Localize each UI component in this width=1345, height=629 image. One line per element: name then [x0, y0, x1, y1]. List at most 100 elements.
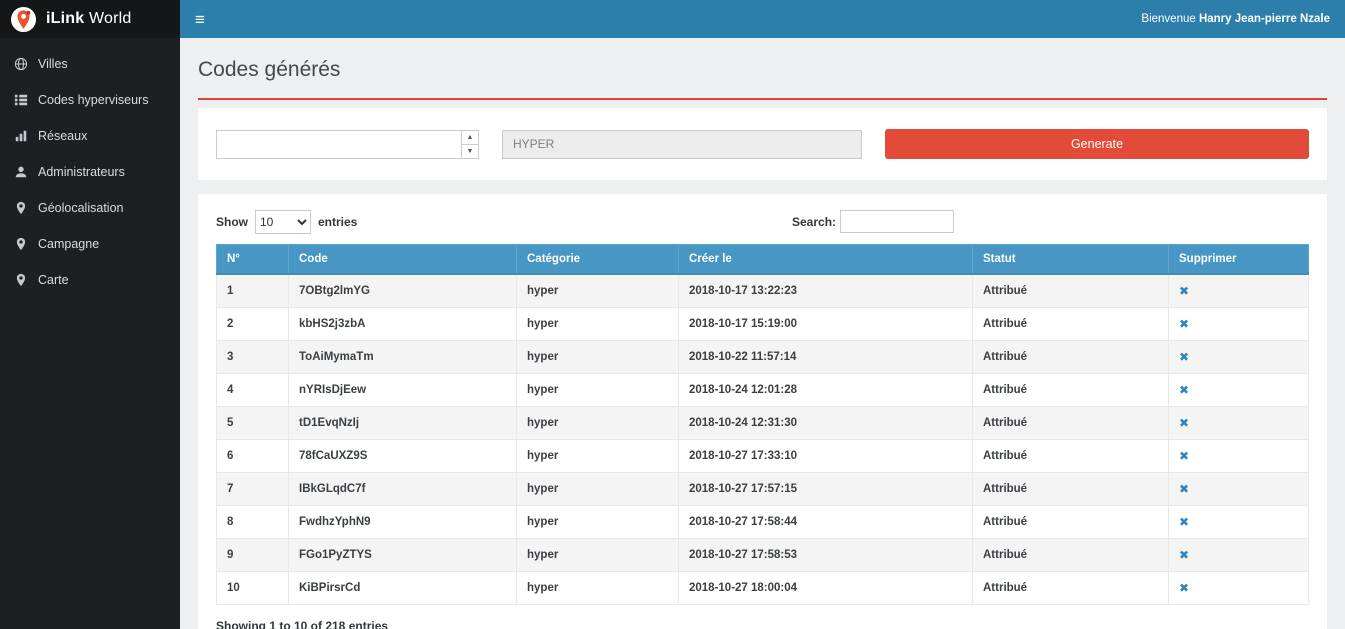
cell-created: 2018-10-27 17:58:44	[679, 506, 973, 539]
delete-icon[interactable]: ✖	[1179, 416, 1189, 430]
sidebar-item-carte[interactable]: Carte	[0, 262, 180, 298]
globe-icon	[14, 57, 28, 71]
main-area: ≡ Bienvenue Hanry Jean-pierre Nzale Code…	[180, 0, 1345, 629]
sidebar-item-label: Géolocalisation	[38, 201, 123, 215]
table-row: 2 kbHS2j3zbA hyper 2018-10-17 15:19:00 A…	[217, 308, 1309, 341]
cell-category: hyper	[517, 506, 679, 539]
generate-form-panel: ▲ ▼ Generate	[198, 108, 1327, 180]
delete-icon[interactable]: ✖	[1179, 383, 1189, 397]
cell-code: 7OBtg2lmYG	[289, 274, 517, 308]
sidebar-item-label: Codes hyperviseurs	[38, 93, 148, 107]
column-header-created[interactable]: Créer le	[679, 245, 973, 275]
sidebar-item-campagne[interactable]: Campagne	[0, 226, 180, 262]
cell-status: Attribué	[973, 407, 1169, 440]
cell-created: 2018-10-27 17:57:15	[679, 473, 973, 506]
cell-number: 8	[217, 506, 289, 539]
page-content: Codes générés ▲ ▼ Generate Show	[180, 38, 1345, 629]
cell-category: hyper	[517, 572, 679, 605]
cell-number: 2	[217, 308, 289, 341]
delete-icon[interactable]: ✖	[1179, 548, 1189, 562]
sidebar: iLink World Villes Codes hyperviseurs	[0, 0, 180, 629]
sidebar-item-administrateurs[interactable]: Administrateurs	[0, 154, 180, 190]
cell-status: Attribué	[973, 274, 1169, 308]
entries-label: entries	[318, 215, 357, 229]
brand-title-bold: iLink	[46, 10, 84, 27]
cell-created: 2018-10-27 17:58:53	[679, 539, 973, 572]
sidebar-item-geolocalisation[interactable]: Géolocalisation	[0, 190, 180, 226]
table-row: 4 nYRIsDjEew hyper 2018-10-24 12:01:28 A…	[217, 374, 1309, 407]
column-header-number[interactable]: N°	[217, 245, 289, 275]
cell-delete: ✖	[1169, 341, 1309, 374]
page-length-control: Show 10 entries	[216, 210, 1309, 234]
cell-number: 1	[217, 274, 289, 308]
cell-status: Attribué	[973, 341, 1169, 374]
page-title: Codes générés	[198, 58, 1327, 82]
column-header-code[interactable]: Code	[289, 245, 517, 275]
table-summary: Showing 1 to 10 of 218 entries	[216, 619, 1309, 629]
sidebar-item-label: Carte	[38, 273, 69, 287]
app-window: iLink World Villes Codes hyperviseurs	[0, 0, 1345, 629]
table-row: 3 ToAiMymaTm hyper 2018-10-22 11:57:14 A…	[217, 341, 1309, 374]
search-input[interactable]	[840, 210, 954, 233]
bar-chart-icon	[14, 129, 28, 143]
spinner-up-icon[interactable]: ▲	[462, 131, 478, 145]
cell-number: 4	[217, 374, 289, 407]
sidebar-item-label: Villes	[38, 57, 68, 71]
cell-delete: ✖	[1169, 374, 1309, 407]
table-row: 10 KiBPirsrCd hyper 2018-10-27 18:00:04 …	[217, 572, 1309, 605]
cell-delete: ✖	[1169, 308, 1309, 341]
cell-created: 2018-10-27 17:33:10	[679, 440, 973, 473]
spinner-down-icon[interactable]: ▼	[462, 145, 478, 158]
user-icon	[14, 165, 28, 179]
cell-number: 9	[217, 539, 289, 572]
brand-title: iLink World	[46, 10, 132, 28]
cell-category: hyper	[517, 374, 679, 407]
page-length-select[interactable]: 10	[255, 210, 311, 234]
delete-icon[interactable]: ✖	[1179, 317, 1189, 331]
number-spinner: ▲ ▼	[461, 131, 478, 158]
delete-icon[interactable]: ✖	[1179, 581, 1189, 595]
welcome-message: Bienvenue Hanry Jean-pierre Nzale	[1141, 13, 1330, 25]
code-count-input[interactable]: ▲ ▼	[216, 130, 479, 159]
cell-code: kbHS2j3zbA	[289, 308, 517, 341]
sidebar-item-codes-hyperviseurs[interactable]: Codes hyperviseurs	[0, 82, 180, 118]
table-row: 6 78fCaUXZ9S hyper 2018-10-27 17:33:10 A…	[217, 440, 1309, 473]
sidebar-nav: Villes Codes hyperviseurs Réseaux	[0, 38, 180, 298]
cell-code: 78fCaUXZ9S	[289, 440, 517, 473]
cell-created: 2018-10-17 15:19:00	[679, 308, 973, 341]
cell-delete: ✖	[1169, 506, 1309, 539]
cell-code: tD1EvqNzIj	[289, 407, 517, 440]
sidebar-item-label: Administrateurs	[38, 165, 125, 179]
code-count-field[interactable]	[217, 131, 461, 158]
codes-table-panel: Show 10 entries Search:	[198, 194, 1327, 629]
column-header-delete[interactable]: Supprimer	[1169, 245, 1309, 275]
cell-code: nYRIsDjEew	[289, 374, 517, 407]
table-row: 7 IBkGLqdC7f hyper 2018-10-27 17:57:15 A…	[217, 473, 1309, 506]
sidebar-item-villes[interactable]: Villes	[0, 46, 180, 82]
column-header-status[interactable]: Statut	[973, 245, 1169, 275]
topbar: ≡ Bienvenue Hanry Jean-pierre Nzale	[180, 0, 1345, 38]
cell-delete: ✖	[1169, 473, 1309, 506]
sidebar-item-reseaux[interactable]: Réseaux	[0, 118, 180, 154]
brand: iLink World	[0, 0, 180, 38]
cell-created: 2018-10-22 11:57:14	[679, 341, 973, 374]
cell-status: Attribué	[973, 572, 1169, 605]
cell-category: hyper	[517, 473, 679, 506]
table-header-row: N° Code Catégorie Créer le Statut Suppri…	[217, 245, 1309, 275]
map-marker-icon	[14, 201, 28, 215]
cell-category: hyper	[517, 407, 679, 440]
delete-icon[interactable]: ✖	[1179, 449, 1189, 463]
delete-icon[interactable]: ✖	[1179, 284, 1189, 298]
generate-button[interactable]: Generate	[885, 129, 1309, 159]
cell-code: IBkGLqdC7f	[289, 473, 517, 506]
category-field	[502, 130, 862, 159]
delete-icon[interactable]: ✖	[1179, 515, 1189, 529]
cell-category: hyper	[517, 440, 679, 473]
cell-delete: ✖	[1169, 274, 1309, 308]
cell-category: hyper	[517, 308, 679, 341]
cell-category: hyper	[517, 539, 679, 572]
menu-toggle-icon[interactable]: ≡	[195, 11, 205, 28]
delete-icon[interactable]: ✖	[1179, 482, 1189, 496]
delete-icon[interactable]: ✖	[1179, 350, 1189, 364]
column-header-category[interactable]: Catégorie	[517, 245, 679, 275]
